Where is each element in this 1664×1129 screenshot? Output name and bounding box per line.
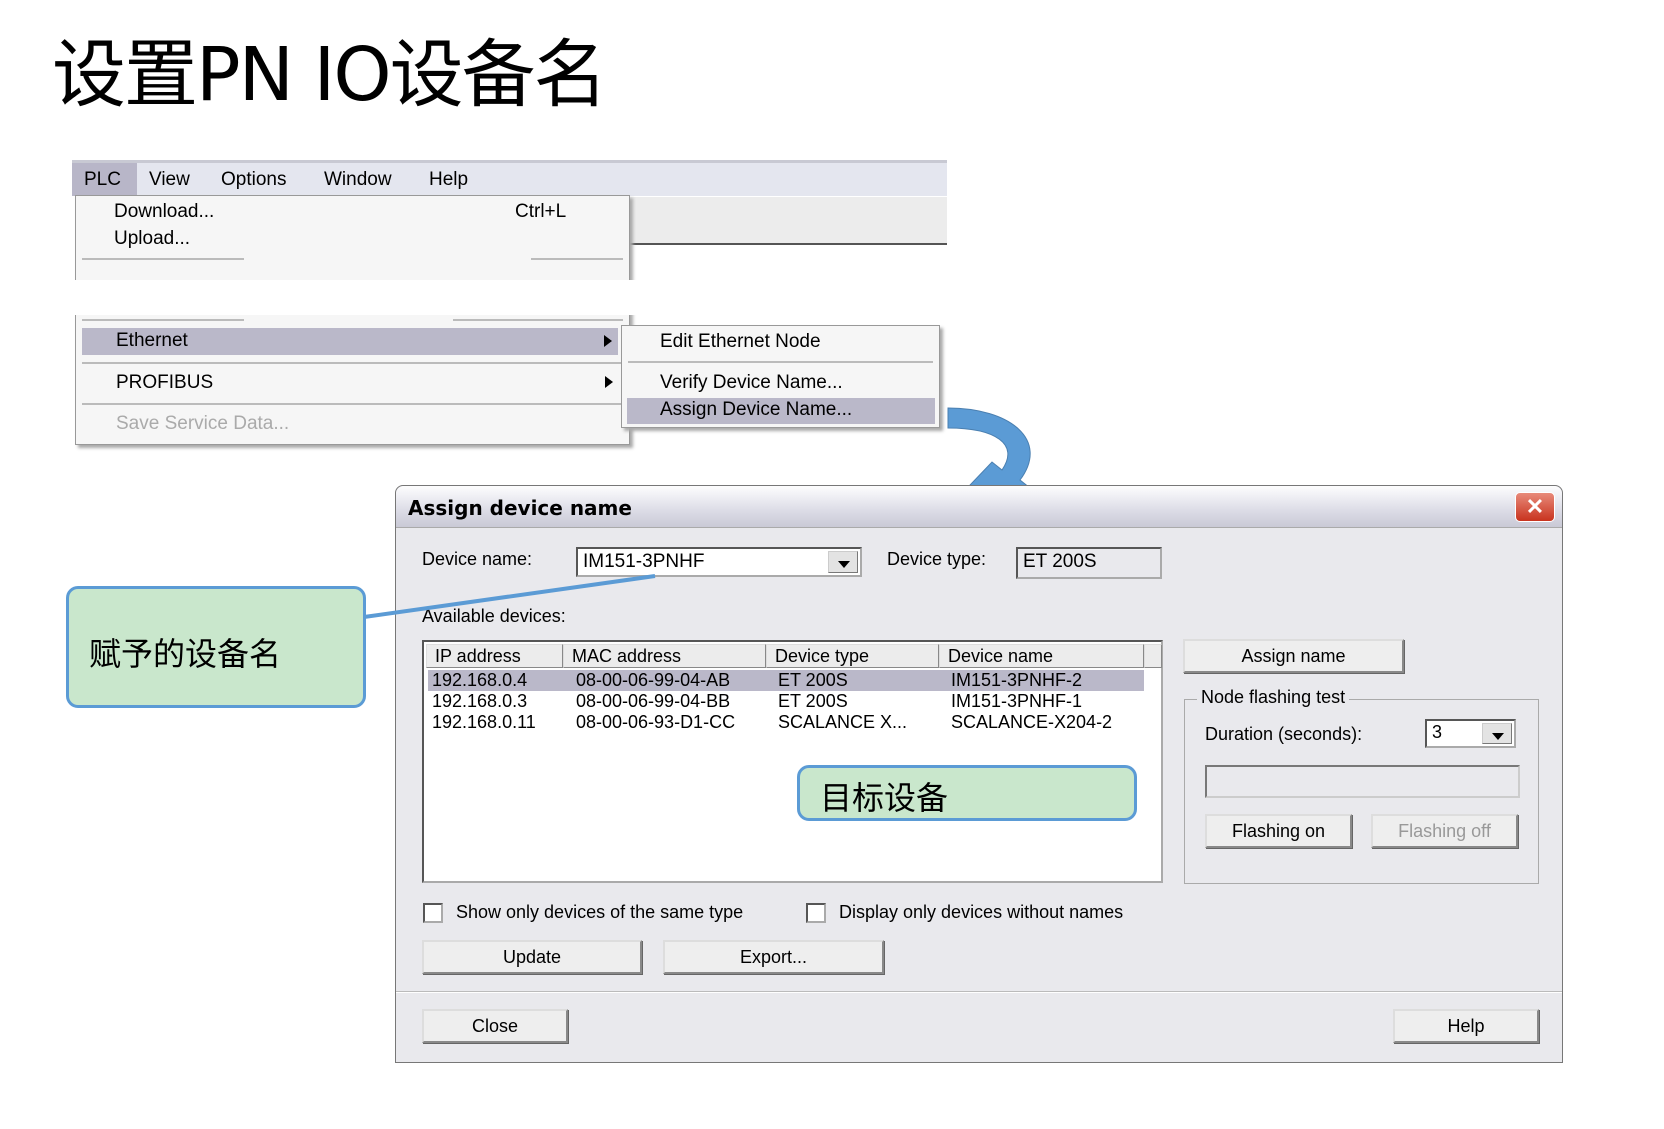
separator	[453, 319, 623, 321]
menu-help[interactable]: Help	[429, 169, 468, 191]
duration-value: 3	[1432, 722, 1443, 742]
device-type-value: ET 200S	[1023, 551, 1097, 572]
column-ip-address[interactable]: IP address	[426, 644, 563, 668]
separator	[396, 991, 1562, 993]
slide-title: 设置PN IO设备名	[52, 32, 608, 118]
callout-target-device: 目标设备	[797, 765, 1137, 821]
node-flashing-test-group: Node flashing test Duration (seconds): 3…	[1184, 687, 1539, 884]
dialog-title: Assign device name	[408, 496, 632, 520]
column-device-name[interactable]: Device name	[939, 644, 1144, 668]
assign-device-name-label: Assign Device Name...	[660, 399, 853, 420]
cell-type: ET 200S	[778, 670, 848, 690]
column-filler	[1144, 644, 1162, 668]
menu-item-ethernet[interactable]: Ethernet	[82, 328, 618, 355]
close-icon[interactable]: ✕	[1515, 492, 1555, 522]
table-row[interactable]: 192.168.0.4 08-00-06-99-04-AB ET 200S IM…	[428, 670, 1144, 691]
duration-select[interactable]: 3	[1425, 719, 1516, 748]
menu-item-assign-device-name[interactable]: Assign Device Name...	[627, 398, 935, 424]
cell-name: IM151-3PNHF-1	[951, 691, 1083, 711]
device-name-combobox[interactable]: IM151-3PNHF	[576, 547, 862, 577]
cell-ip: 192.168.0.11	[432, 712, 536, 732]
download-shortcut: Ctrl+L	[515, 201, 567, 222]
separator	[82, 319, 244, 321]
menu-item-verify-device-name[interactable]: Verify Device Name...	[660, 372, 843, 394]
assign-name-button[interactable]: Assign name	[1183, 639, 1404, 673]
cell-type: SCALANCE X...	[778, 712, 908, 732]
available-devices-label: Available devices:	[422, 606, 566, 626]
separator	[82, 258, 244, 260]
without-names-label[interactable]: Display only devices without names	[839, 902, 1123, 923]
chevron-down-icon[interactable]	[1482, 723, 1512, 744]
devices-list[interactable]: IP address MAC address Device type Devic…	[422, 640, 1163, 883]
chevron-down-icon[interactable]	[828, 551, 858, 573]
menu-item-profibus[interactable]: PROFIBUS	[116, 372, 213, 394]
duration-label: Duration (seconds):	[1205, 724, 1363, 744]
help-button[interactable]: Help	[1393, 1009, 1539, 1043]
same-type-label[interactable]: Show only devices of the same type	[456, 902, 743, 923]
plc-menu: Download... Ctrl+L Upload... PROFIBUS Sa…	[75, 195, 630, 445]
menu-item-edit-ethernet-node[interactable]: Edit Ethernet Node	[660, 331, 821, 353]
submenu-arrow-icon	[605, 376, 613, 388]
without-names-checkbox[interactable]	[806, 903, 826, 923]
crop-gap	[60, 280, 660, 315]
cell-name: SCALANCE-X204-2	[951, 712, 1113, 732]
toolbar-area	[630, 197, 947, 245]
menu-item-upload[interactable]: Upload...	[114, 228, 190, 250]
ethernet-label: Ethernet	[116, 330, 188, 351]
cell-mac: 08-00-06-93-D1-CC	[576, 712, 736, 732]
column-mac-address[interactable]: MAC address	[563, 644, 766, 668]
separator	[82, 362, 622, 364]
export-button[interactable]: Export...	[663, 940, 884, 974]
device-name-value: IM151-3PNHF	[583, 551, 705, 572]
close-button[interactable]: Close	[422, 1009, 568, 1043]
flashing-on-button[interactable]: Flashing on	[1205, 814, 1352, 848]
callout-assigned-name: 赋予的设备名	[66, 586, 366, 708]
device-name-label: Device name:	[422, 549, 533, 569]
dialog-titlebar[interactable]: Assign device name ✕	[396, 486, 1562, 528]
menu-item-download[interactable]: Download...	[114, 201, 214, 223]
column-device-type[interactable]: Device type	[766, 644, 939, 668]
menu-window[interactable]: Window	[324, 169, 392, 191]
table-row[interactable]: 192.168.0.3 08-00-06-99-04-BB ET 200S IM…	[428, 691, 1144, 712]
cell-name: IM151-3PNHF-2	[951, 670, 1083, 690]
menu-bar: PLC View Options Window Help	[72, 160, 947, 196]
flashing-progress-bar	[1205, 765, 1520, 798]
menu-options[interactable]: Options	[221, 169, 286, 191]
cell-type: ET 200S	[778, 691, 848, 711]
separator	[531, 258, 623, 260]
separator	[82, 403, 622, 405]
separator	[628, 361, 933, 363]
table-row[interactable]: 192.168.0.11 08-00-06-93-D1-CC SCALANCE …	[428, 712, 1144, 733]
ethernet-submenu: Edit Ethernet Node Verify Device Name...…	[621, 325, 940, 428]
cell-ip: 192.168.0.4	[432, 670, 528, 690]
device-type-label: Device type:	[887, 549, 987, 569]
update-button[interactable]: Update	[422, 940, 642, 974]
menu-plc[interactable]: PLC	[72, 163, 137, 196]
device-type-field: ET 200S	[1016, 547, 1162, 579]
same-type-checkbox[interactable]	[423, 903, 443, 923]
menu-view[interactable]: View	[149, 169, 190, 191]
flashing-off-button: Flashing off	[1371, 814, 1518, 848]
menu-item-save-service-data: Save Service Data...	[116, 413, 290, 434]
cell-ip: 192.168.0.3	[432, 691, 528, 711]
cell-mac: 08-00-06-99-04-AB	[576, 670, 731, 690]
group-label: Node flashing test	[1197, 687, 1350, 708]
submenu-arrow-icon	[604, 335, 612, 347]
cell-mac: 08-00-06-99-04-BB	[576, 691, 731, 711]
